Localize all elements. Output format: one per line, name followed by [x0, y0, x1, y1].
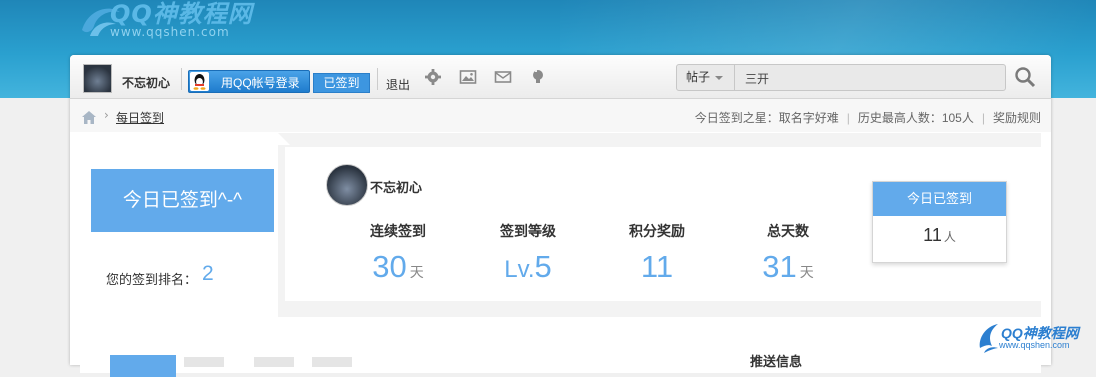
tab[interactable]: [184, 357, 224, 367]
stat-points: 积分奖励 11: [597, 221, 717, 285]
chevron-down-icon: [715, 75, 724, 80]
stat-label: 总天数: [767, 223, 809, 239]
profile-username[interactable]: 不忘初心: [370, 177, 422, 196]
signin-card: 今日已签到^-^ 您的签到排名： 2: [80, 133, 278, 317]
main-panel: 不忘初心 用QQ帐号登录 已签到 退出 帖子 三开 › 每日签到 今日签到之星：…: [70, 55, 1051, 377]
watermark: QQ神教程网 www.qqshen.com: [976, 318, 1086, 358]
rank-value: 2: [202, 262, 214, 285]
search-category-label: 帖子: [686, 70, 711, 84]
tab-active[interactable]: [110, 355, 176, 377]
chevron-right-icon: ›: [104, 108, 109, 122]
breadcrumb-current[interactable]: 每日签到: [116, 109, 164, 126]
divider: [377, 68, 378, 90]
breadcrumb-info: 今日签到之星：取名字好难 | 历史最高人数：105人 | 奖励规则: [694, 111, 1041, 125]
rank-label: 您的签到排名：: [106, 272, 198, 287]
search-icon[interactable]: [1014, 66, 1036, 88]
logout-link[interactable]: 退出: [386, 76, 410, 93]
sign-star-text: 今日签到之星：取名字好难: [694, 111, 839, 125]
stat-consecutive: 连续签到 30 天: [338, 221, 458, 290]
toolbar: 不忘初心 用QQ帐号登录 已签到 退出 帖子 三开: [70, 55, 1051, 99]
search-box: 帖子 三开: [676, 64, 1006, 91]
record-text: 历史最高人数：105人: [857, 111, 974, 125]
search-category-select[interactable]: 帖子: [677, 65, 735, 90]
home-icon[interactable]: [82, 111, 96, 124]
toolbar-username[interactable]: 不忘初心: [122, 74, 170, 91]
watermark-url: www.qqshen.com: [999, 340, 1070, 350]
gear-icon[interactable]: [424, 68, 442, 86]
today-signed-box: 今日已签到 11 人: [872, 181, 1007, 263]
stat-label: 连续签到: [370, 223, 426, 239]
tab[interactable]: [254, 357, 294, 367]
divider: [181, 68, 182, 90]
stat-value: 30 天: [372, 249, 424, 284]
today-title: 今日已签到: [873, 182, 1006, 216]
stat-value: 31 天: [762, 249, 814, 284]
avatar[interactable]: [326, 164, 368, 206]
rules-link[interactable]: 奖励规则: [993, 111, 1041, 125]
stat-value: Lv.5: [504, 249, 552, 284]
brand[interactable]: QQ神教程网 www.qqshen.com: [110, 0, 253, 39]
search-input[interactable]: 三开: [745, 70, 769, 87]
signed-button[interactable]: 已签到: [313, 73, 370, 93]
avatar[interactable]: [83, 64, 112, 93]
stat-label: 积分奖励: [629, 223, 685, 239]
stat-label: 签到等级: [500, 223, 556, 239]
qq-penguin-icon: [190, 72, 209, 91]
tab[interactable]: [312, 357, 352, 367]
stats-card: 不忘初心 连续签到 30 天 签到等级 Lv.5 积分奖励 11 总天数 31 天 …: [285, 147, 1041, 301]
stat-value: 11: [640, 249, 674, 284]
signin-stats-area: 今日已签到^-^ 您的签到排名： 2 不忘初心 连续签到 30 天 签到等级 Lv…: [80, 133, 1041, 317]
stat-total-days: 总天数 31 天: [728, 221, 848, 290]
qq-login-label: 用QQ帐号登录: [221, 76, 300, 90]
lightbulb-icon[interactable]: [529, 68, 547, 86]
mail-icon[interactable]: [494, 68, 512, 86]
today-count: 11 人: [923, 225, 956, 245]
qq-login-button[interactable]: 用QQ帐号登录: [188, 70, 310, 93]
picture-icon[interactable]: [459, 68, 477, 86]
bottom-section: 推送信息: [80, 323, 1041, 377]
breadcrumb: › 每日签到 今日签到之星：取名字好难 | 历史最高人数：105人 | 奖励规则: [70, 99, 1051, 132]
push-info-title: 推送信息: [750, 354, 803, 369]
signed-today-button[interactable]: 今日已签到^-^: [91, 169, 274, 232]
stat-level: 签到等级 Lv.5: [468, 221, 588, 288]
card-notch: [278, 133, 290, 145]
